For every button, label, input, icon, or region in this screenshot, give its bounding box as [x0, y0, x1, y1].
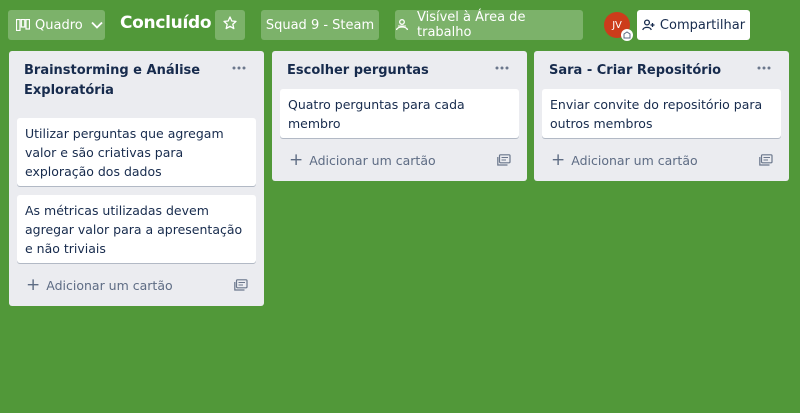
add-card-button[interactable]: + Adicionar um cartão	[542, 145, 781, 175]
add-card-button[interactable]: + Adicionar um cartão	[17, 270, 256, 300]
card[interactable]: Enviar convite do repositório para outro…	[542, 89, 781, 138]
ellipsis-icon[interactable]	[755, 61, 773, 75]
add-card-label: Adicionar um cartão	[571, 152, 698, 168]
plus-icon: +	[289, 149, 304, 170]
visibility-label: Visível à Área de trabalho	[417, 10, 526, 40]
list-header[interactable]: Escolher perguntas	[280, 51, 519, 81]
card-template-icon[interactable]	[759, 154, 773, 166]
ellipsis-icon[interactable]	[493, 61, 511, 75]
card-list: Enviar convite do repositório para outro…	[542, 89, 781, 138]
share-label: Compartilhar	[659, 17, 746, 33]
list-header[interactable]: Sara - Criar Repositório	[542, 51, 781, 81]
card-template-icon[interactable]	[497, 154, 511, 166]
member-avatar[interactable]: JV	[604, 12, 633, 41]
board-title[interactable]: Concluído	[120, 13, 212, 33]
avatar-initials: JV	[612, 19, 622, 31]
list-brainstorming: Brainstorming e Análise Exploratória Uti…	[9, 51, 264, 306]
add-member-icon	[642, 19, 655, 31]
ellipsis-icon[interactable]	[230, 61, 248, 75]
plus-icon: +	[26, 274, 41, 295]
board-view-button[interactable]: Quadro	[8, 10, 105, 40]
list-sara-criar-repositorio: Sara - Criar Repositório Enviar convite …	[534, 51, 789, 181]
card-template-icon[interactable]	[234, 279, 248, 291]
plus-icon: +	[551, 149, 566, 170]
list-header[interactable]: Brainstorming e Análise Exploratória	[17, 51, 256, 101]
chevron-down-icon	[91, 21, 103, 29]
card[interactable]: As métricas utilizadas devem agregar val…	[17, 195, 256, 263]
workspace-icon	[395, 19, 409, 31]
add-card-label: Adicionar um cartão	[46, 277, 173, 293]
board-view-label: Quadro	[35, 17, 83, 33]
list-title[interactable]: Sara - Criar Repositório	[549, 61, 747, 81]
star-board-button[interactable]	[215, 10, 245, 40]
card-list: Utilizar perguntas que agregam valor e s…	[17, 118, 256, 263]
card[interactable]: Utilizar perguntas que agregam valor e s…	[17, 118, 256, 186]
list-title[interactable]: Escolher perguntas	[287, 61, 485, 81]
add-card-label: Adicionar um cartão	[309, 152, 436, 168]
add-card-button[interactable]: + Adicionar um cartão	[280, 145, 519, 175]
admin-badge-icon	[621, 29, 633, 41]
visibility-button[interactable]: Visível à Área de trabalho	[395, 10, 583, 40]
workspace-button[interactable]: Squad 9 - Steam	[261, 10, 379, 40]
list-escolher-perguntas: Escolher perguntas Quatro perguntas para…	[272, 51, 527, 181]
card[interactable]: Quatro perguntas para cada membro	[280, 89, 519, 138]
list-title[interactable]: Brainstorming e Análise Exploratória	[24, 61, 222, 101]
card-list: Quatro perguntas para cada membro	[280, 89, 519, 138]
board-icon	[16, 19, 30, 31]
board-header: Quadro Concluído Squad 9 - Steam Visível…	[0, 0, 800, 50]
share-button[interactable]: Compartilhar	[637, 10, 750, 40]
star-icon	[223, 16, 237, 34]
